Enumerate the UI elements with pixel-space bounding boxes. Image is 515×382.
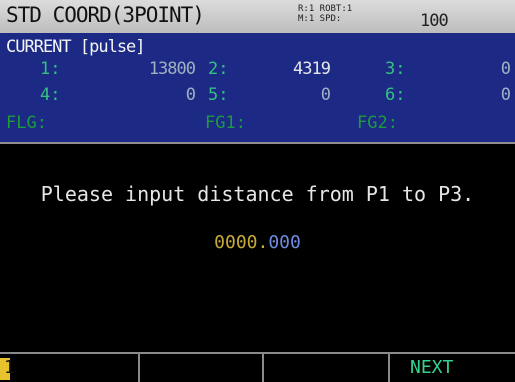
distance-decimal: 000 [268, 232, 301, 253]
fkey-1[interactable]: 1 [0, 354, 140, 382]
teach-pendant-screen: STD COORD(3POINT) R:1 ROBT:1 M:1 SPD: 10… [0, 0, 515, 382]
fg2-label: FG2: [357, 113, 398, 133]
flag-label: FLG: [6, 113, 47, 133]
axis-4-value: 0 [185, 85, 196, 105]
axis-1-label: 1: [40, 59, 61, 79]
next-button[interactable]: NEXT [390, 354, 515, 382]
fkey-1-label: 1 [4, 357, 15, 378]
robot-status: R:1 ROBT:1 M:1 SPD: [298, 4, 352, 24]
fkey-3[interactable] [264, 354, 390, 382]
input-prompt: Please input distance from P1 to P3. [40, 182, 475, 206]
current-title: CURRENT [pulse] [6, 37, 146, 57]
current-position-panel: CURRENT [pulse] 1: 13800 2: 4319 3: 0 4:… [0, 33, 515, 144]
axis-3-value: 0 [500, 59, 511, 79]
speed-value: 100 [420, 11, 449, 31]
next-button-label: NEXT [410, 357, 454, 378]
title-bar: STD COORD(3POINT) R:1 ROBT:1 M:1 SPD: 10… [0, 0, 515, 33]
axis-2-value: 4319 [293, 59, 331, 79]
status-row-2: M:1 SPD: [298, 14, 342, 24]
distance-dot: . [257, 232, 269, 253]
function-key-bar: 1 NEXT [0, 352, 515, 382]
axis-1-value: 13800 [148, 59, 196, 79]
axis-6-value: 0 [500, 85, 511, 105]
axis-5-value: 0 [320, 85, 331, 105]
screen-title: STD COORD(3POINT) [6, 3, 205, 27]
distance-integer: 0000 [214, 232, 258, 253]
axis-4-label: 4: [40, 85, 61, 105]
fg1-label: FG1: [205, 113, 246, 133]
fkey-2[interactable] [140, 354, 264, 382]
status-row-1: R:1 ROBT:1 [298, 4, 353, 14]
distance-input[interactable]: 0000.000 [0, 232, 515, 253]
